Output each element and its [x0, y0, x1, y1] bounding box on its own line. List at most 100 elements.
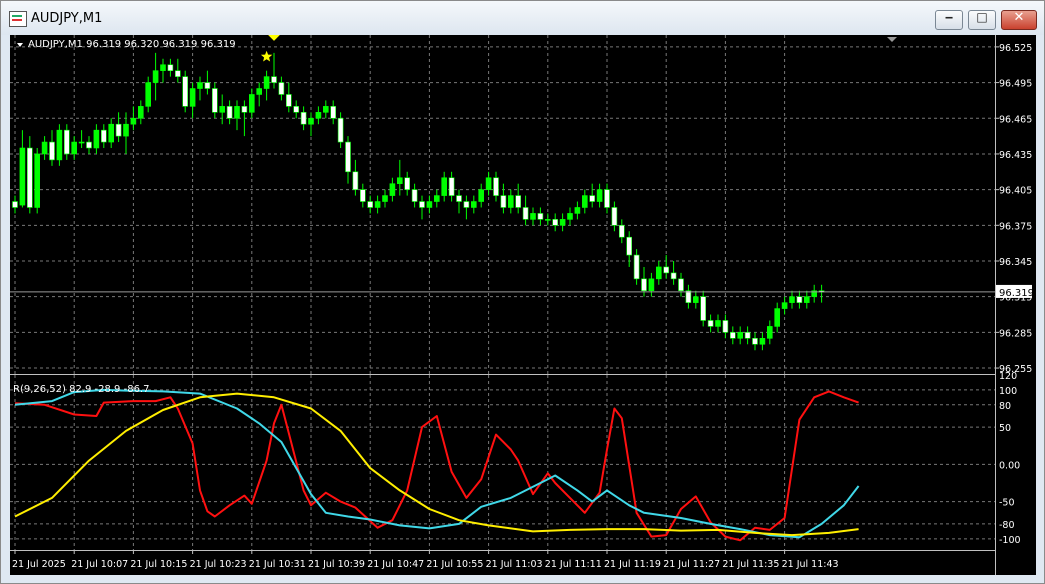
candle-body [41, 141, 48, 155]
current-price-tag: 96.319 [996, 284, 1034, 299]
candle-body [648, 278, 655, 292]
candle-body [752, 338, 758, 345]
time-tick-label: 21 Jul 11:35 [722, 559, 779, 570]
candle-body [160, 64, 166, 71]
candle-body [108, 123, 114, 143]
close-button[interactable]: ✕ [1001, 10, 1037, 30]
candle-body [626, 236, 633, 256]
candle-body [655, 266, 662, 280]
candle-body [507, 195, 514, 208]
time-tick-label: 21 Jul 11:03 [486, 559, 543, 570]
candle-body [352, 171, 359, 190]
candle-body [781, 302, 788, 309]
candle-body [715, 320, 721, 327]
close-icon: ✕ [1013, 10, 1025, 25]
candle-body [426, 201, 433, 208]
price-tick-label: 96.495 [999, 79, 1032, 90]
time-tick-label: 21 Jul 11:11 [545, 559, 602, 570]
minimize-icon: ‒ [944, 10, 954, 24]
candle-body [604, 189, 610, 208]
candle-body [448, 177, 455, 196]
candle-body [263, 76, 270, 89]
candle-body [101, 129, 107, 143]
candle-body [337, 117, 344, 143]
chart-window-icon [9, 11, 27, 27]
candle-body [123, 123, 129, 137]
candle-body [256, 88, 262, 95]
candle-body [167, 64, 174, 71]
candle-body [26, 147, 33, 208]
candle-body [241, 106, 248, 113]
candle-body [345, 141, 351, 173]
price-chart-svg[interactable]: 96.525 96.495 96.465 96.435 96.405 96.375 96.3… [10, 20, 1036, 575]
candle-body [766, 326, 773, 339]
candle-body [803, 296, 810, 303]
candle-body [145, 82, 151, 107]
sell-arrow-icon [266, 20, 282, 41]
time-tick-label: 21 Jul 10:23 [190, 559, 247, 570]
time-tick-label: 21 Jul 10:31 [249, 559, 306, 570]
candlestick-series [12, 52, 825, 351]
candle-body [559, 219, 566, 226]
time-tick-label: 21 Jul 11:43 [782, 559, 839, 570]
candle-body [544, 219, 551, 221]
candle-body [367, 201, 374, 208]
candle-body [234, 106, 240, 119]
candle-body [433, 195, 440, 202]
candle-body [12, 201, 18, 208]
price-tick-label: 96.345 [999, 257, 1032, 268]
candle-body [707, 320, 714, 327]
candle-body [485, 177, 492, 190]
candle-body [382, 195, 388, 202]
candle-body [249, 94, 255, 113]
price-tick-label: 96.525 [999, 43, 1032, 54]
candle-body [189, 88, 196, 107]
time-axis: 21 Jul 2025 21 Jul 10:07 21 Jul 10:15 21 Ju… [12, 550, 839, 570]
candle-body [670, 272, 677, 280]
candle-body [300, 112, 307, 125]
candle-body [271, 76, 277, 83]
indicator-line [14, 390, 859, 542]
candle-body [86, 141, 92, 149]
candle-body [19, 147, 26, 206]
time-tick-label: 21 Jul 11:27 [663, 559, 720, 570]
candle-body [278, 82, 285, 95]
candle-body [115, 123, 122, 137]
maximize-button[interactable]: □ [968, 10, 996, 30]
price-tick-label: 96.405 [999, 186, 1032, 197]
indicator-tick-label: 0.00 [999, 460, 1020, 471]
candle-body [308, 117, 314, 125]
candle-body [226, 106, 233, 119]
star-signal-icon [260, 50, 273, 62]
candle-body [49, 141, 55, 161]
title-bar[interactable]: AUDJPY,M1 ‒ □ ✕ [1, 1, 1044, 35]
candle-body [182, 76, 188, 107]
candle-body [722, 320, 729, 333]
candle-body [396, 177, 403, 184]
chart-area[interactable]: 96.525 96.495 96.465 96.435 96.405 96.375 96.3… [10, 20, 1036, 575]
signal-markers [260, 20, 282, 62]
candle-body [374, 201, 381, 208]
candle-body [389, 183, 396, 196]
time-tick-label: 21 Jul 10:55 [426, 559, 483, 570]
candle-body [315, 112, 322, 119]
candle-body [330, 106, 337, 119]
chart-window: AUDJPY,M1 ‒ □ ✕ 96.525 96.495 96.465 96.435… [0, 0, 1045, 584]
chart-shift-marker-icon[interactable] [887, 37, 897, 42]
minimize-button[interactable]: ‒ [935, 10, 963, 30]
candle-body [567, 213, 573, 220]
candle-body [589, 195, 596, 202]
candle-body [197, 82, 203, 89]
candle-body [729, 332, 736, 339]
price-tick-label: 96.375 [999, 221, 1032, 232]
candle-body [581, 195, 588, 208]
current-price-label: 96.319 [999, 288, 1034, 299]
candle-body [700, 296, 707, 321]
candle-body [692, 296, 699, 303]
candle-body [93, 129, 100, 149]
candle-body [796, 296, 803, 303]
indicator-tick-label: 80 [999, 401, 1011, 412]
price-tick-label: 96.285 [999, 328, 1032, 339]
candle-body [212, 88, 218, 113]
candle-body [596, 189, 603, 202]
